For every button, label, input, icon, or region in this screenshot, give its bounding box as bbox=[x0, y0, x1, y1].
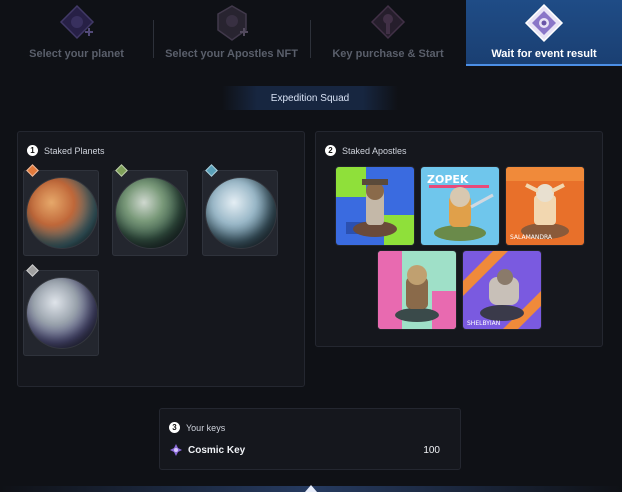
svg-text:ZOPEK: ZOPEK bbox=[427, 173, 469, 186]
step-label: Key purchase & Start bbox=[332, 48, 444, 60]
step-label: Select your Apostles NFT bbox=[165, 48, 298, 60]
planet-image bbox=[116, 178, 186, 248]
staked-planets-header: 1 Staked Planets bbox=[27, 145, 105, 156]
apostle-card[interactable]: ZOPEK bbox=[421, 167, 499, 245]
step-wait-event[interactable]: Wait for event result bbox=[466, 0, 622, 66]
planet-image bbox=[27, 278, 97, 348]
expedition-squad-label: Expedition Squad bbox=[222, 86, 398, 110]
section-title: Staked Apostles bbox=[342, 145, 407, 156]
step-select-apostles[interactable]: Select your Apostles NFT bbox=[153, 0, 310, 66]
step-key-purchase[interactable]: Key purchase & Start bbox=[310, 0, 466, 66]
event-step-icon bbox=[524, 3, 564, 43]
step-label: Select your planet bbox=[29, 48, 124, 60]
key-name: Cosmic Key bbox=[188, 444, 246, 456]
key-count: 100 bbox=[423, 444, 440, 456]
staked-apostles-header: 2 Staked Apostles bbox=[325, 145, 407, 156]
step-select-planet[interactable]: Select your planet bbox=[0, 0, 153, 66]
apostle-image: SALAMANDRA bbox=[506, 167, 584, 241]
staked-apostles-panel: 2 Staked Apostles ZOPEK SALAMANDRA SHELB… bbox=[315, 131, 603, 347]
apostle-card[interactable]: SHELBYIAN bbox=[463, 251, 541, 329]
section-number: 3 bbox=[169, 422, 180, 433]
section-number: 1 bbox=[27, 145, 38, 156]
planet-card[interactable] bbox=[23, 264, 99, 356]
your-keys-header: 3 Your keys bbox=[169, 422, 225, 433]
section-number: 2 bbox=[325, 145, 336, 156]
section-title: Your keys bbox=[186, 422, 226, 433]
apostle-card[interactable] bbox=[336, 167, 414, 245]
planet-card[interactable] bbox=[202, 164, 278, 256]
svg-text:SALAMANDRA: SALAMANDRA bbox=[510, 234, 553, 241]
apostle-image bbox=[378, 251, 456, 329]
staked-planets-panel: 1 Staked Planets bbox=[17, 131, 305, 387]
key-step-icon bbox=[370, 4, 406, 40]
apostle-card[interactable] bbox=[378, 251, 456, 329]
cosmic-key-row: Cosmic Key 100 bbox=[170, 441, 450, 459]
your-keys-panel: 3 Your keys bbox=[159, 408, 461, 470]
section-title: Staked Planets bbox=[44, 145, 105, 156]
apostle-image: SHELBYIAN bbox=[463, 251, 541, 329]
apostle-step-icon bbox=[216, 5, 248, 41]
planet-step-icon bbox=[59, 4, 94, 40]
cosmic-key-icon bbox=[170, 444, 182, 456]
planet-image bbox=[27, 178, 97, 248]
apostle-image bbox=[336, 167, 414, 245]
svg-text:SHELBYIAN: SHELBYIAN bbox=[467, 320, 500, 327]
planet-image bbox=[206, 178, 276, 248]
scroll-indicator-icon[interactable] bbox=[305, 485, 317, 492]
planet-card[interactable] bbox=[112, 164, 188, 256]
planet-card[interactable] bbox=[23, 164, 99, 256]
step-label: Wait for event result bbox=[491, 48, 597, 60]
apostle-card[interactable]: SALAMANDRA bbox=[506, 167, 584, 245]
apostle-image: ZOPEK bbox=[427, 173, 494, 241]
step-progress-bar: Select your planet Select your Apostles … bbox=[0, 0, 622, 66]
